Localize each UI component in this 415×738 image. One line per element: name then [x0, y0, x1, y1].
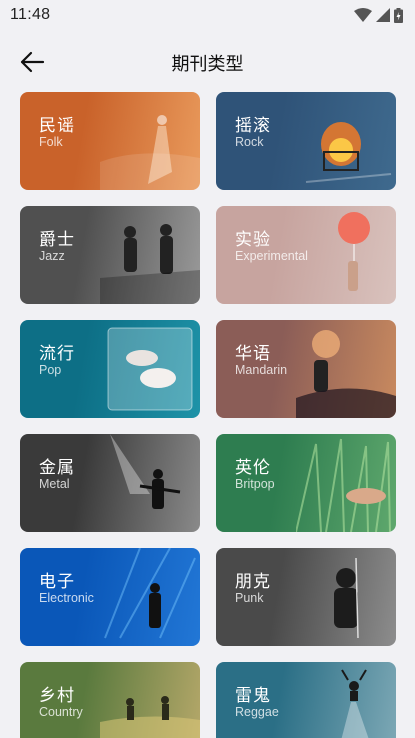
genre-name-cn: 英伦 — [235, 458, 271, 478]
genre-name-en: Folk — [39, 135, 63, 149]
hand-in-grass-image — [296, 438, 391, 532]
genre-name-en: Rock — [235, 135, 264, 149]
genre-name-cn: 实验 — [235, 230, 271, 250]
genre-name-en: Electronic — [39, 591, 94, 605]
genre-name-en: Mandarin — [235, 363, 288, 377]
sunset-silhouette-image — [296, 330, 396, 418]
genre-name-en: Metal — [39, 477, 70, 491]
genre-card-electronic[interactable]: 电子 Electronic — [20, 548, 200, 646]
genre-name-cn: 电子 — [39, 572, 75, 592]
genre-card-rock[interactable]: 摇滚 Rock — [216, 92, 396, 190]
deer-on-road-image — [341, 669, 369, 738]
genre-name-en: Reggae — [235, 705, 279, 719]
genre-name-cn: 爵士 — [39, 230, 75, 250]
couple-holding-hands-image — [100, 224, 200, 304]
genre-name-cn: 摇滚 — [235, 116, 271, 136]
app-bar: 期刊类型 — [0, 40, 415, 84]
genre-card-folk[interactable]: 民谣 Folk — [20, 92, 200, 190]
genre-name-cn: 流行 — [39, 344, 75, 364]
couple-in-bed-image — [107, 327, 193, 411]
wifi-icon — [354, 8, 372, 22]
genre-name-cn: 雷鬼 — [235, 686, 271, 706]
burning-cart-image — [305, 122, 392, 183]
genre-name-cn: 朋克 — [235, 572, 271, 592]
genre-card-experimental[interactable]: 实验 Experimental — [216, 206, 396, 304]
genre-name-cn: 华语 — [235, 344, 271, 364]
genre-name-en: Britpop — [235, 477, 275, 491]
genre-card-pop[interactable]: 流行 Pop — [20, 320, 200, 418]
desert-dancer-image — [100, 115, 200, 190]
genre-name-en: Punk — [235, 591, 264, 605]
guitarist-on-stage-image — [110, 434, 181, 509]
genre-name-en: Jazz — [39, 249, 65, 263]
genre-card-punk[interactable]: 朋克 Punk — [216, 548, 396, 646]
genre-card-britpop[interactable]: 英伦 Britpop — [216, 434, 396, 532]
genre-card-country[interactable]: 乡村 Country — [20, 662, 200, 738]
genre-name-cn: 乡村 — [39, 686, 75, 706]
genre-name-en: Experimental — [235, 249, 308, 263]
battery-icon — [394, 7, 403, 23]
genre-name-en: Country — [39, 705, 83, 719]
dj-with-lights-image — [104, 548, 196, 639]
genre-name-en: Pop — [39, 363, 62, 377]
genre-name-cn: 民谣 — [39, 116, 75, 136]
red-balloon-image — [338, 212, 370, 291]
punk-singer-image — [334, 557, 359, 639]
genre-card-jazz[interactable]: 爵士 Jazz — [20, 206, 200, 304]
genre-name-cn: 金属 — [39, 458, 75, 478]
genre-card-mandarin[interactable]: 华语 Mandarin — [216, 320, 396, 418]
genre-card-reggae[interactable]: 雷鬼 Reggae — [216, 662, 396, 738]
status-icons — [354, 7, 403, 23]
cellular-signal-icon — [376, 8, 390, 22]
page-title: 期刊类型 — [171, 54, 244, 75]
genre-card-metal[interactable]: 金属 Metal — [20, 434, 200, 532]
people-in-field-image — [100, 696, 200, 738]
status-time: 11:48 — [10, 6, 51, 23]
status-bar: 11:48 — [0, 0, 415, 30]
